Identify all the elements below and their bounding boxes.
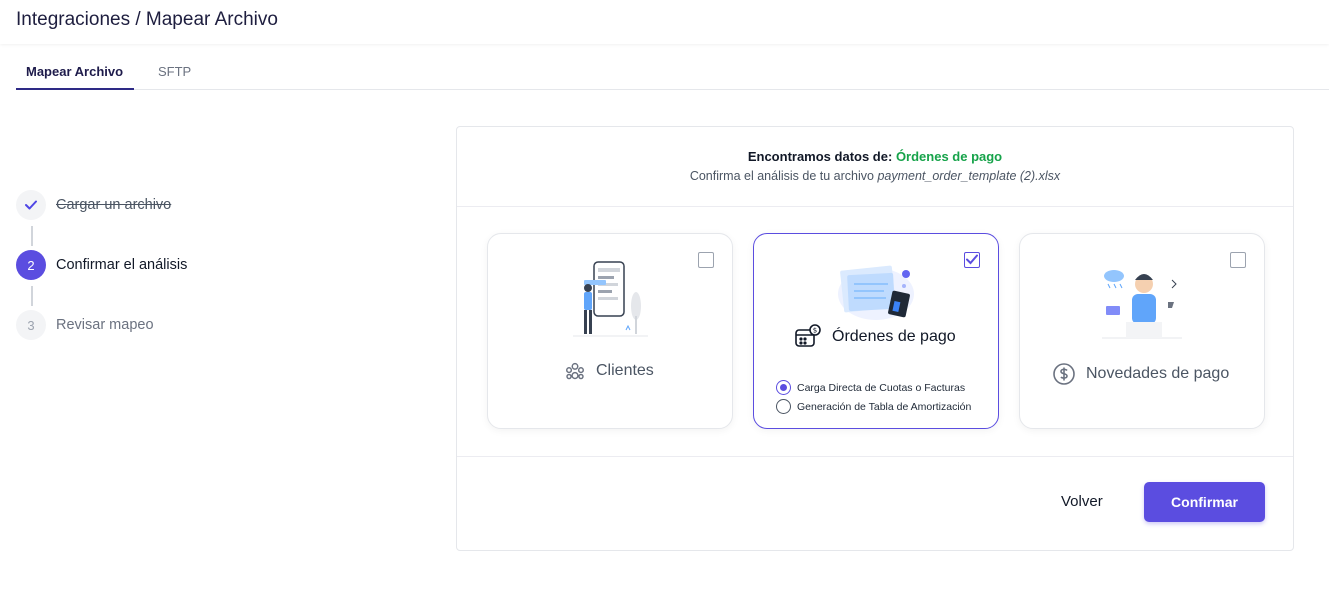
step-cargar-archivo: Cargar un archivo xyxy=(16,190,316,222)
payment-updates-illustration xyxy=(1100,262,1184,347)
panel-divider xyxy=(457,456,1293,457)
page-title: Integraciones / Mapear Archivo xyxy=(16,9,278,30)
step-revisar-mapeo: 3 Revisar mapeo xyxy=(16,310,316,342)
analysis-panel: Encontramos datos de: Órdenes de pago Co… xyxy=(456,126,1294,551)
step-connector xyxy=(31,286,33,306)
clients-illustration xyxy=(568,258,652,345)
confirm-file-text: Confirma el análisis de tu archivo payme… xyxy=(689,169,1061,183)
option-carga-directa[interactable]: Carga Directa de Cuotas o Facturas xyxy=(776,380,965,395)
found-data-text: Encontramos datos de: Órdenes de pago xyxy=(747,149,1003,164)
tab-bar: Mapear Archivo SFTP xyxy=(16,54,1329,90)
page-header: Integraciones / Mapear Archivo xyxy=(0,0,1329,44)
step-label: Revisar mapeo xyxy=(56,317,154,333)
payment-orders-icon: $ xyxy=(794,324,822,350)
tab-sftp[interactable]: SFTP xyxy=(148,54,201,89)
radio-button-selected[interactable] xyxy=(776,380,791,395)
radio-button[interactable] xyxy=(776,399,791,414)
dollar-circle-icon xyxy=(1052,362,1076,386)
card-title: Novedades de pago xyxy=(1052,362,1229,386)
card-checkbox[interactable] xyxy=(698,252,714,268)
option-tabla-amortizacion[interactable]: Generación de Tabla de Amortización xyxy=(776,399,971,414)
card-clientes[interactable]: Clientes xyxy=(487,233,733,429)
step-label: Confirmar el análisis xyxy=(56,257,188,273)
card-ordenes-de-pago[interactable]: $ Órdenes de pago Carga Directa de Cuota… xyxy=(753,233,999,429)
confirm-button[interactable]: Confirmar xyxy=(1144,482,1265,522)
card-title: $ Órdenes de pago xyxy=(794,324,956,350)
panel-header: Encontramos datos de: Órdenes de pago Co… xyxy=(457,127,1293,207)
file-name: payment_order_template (2).xlsx xyxy=(877,169,1061,183)
tab-mapear-archivo[interactable]: Mapear Archivo xyxy=(16,54,134,90)
step-connector xyxy=(31,226,33,246)
svg-text:$: $ xyxy=(813,327,817,335)
card-checkbox-checked[interactable] xyxy=(964,252,980,268)
found-type: Órdenes de pago xyxy=(895,149,1003,164)
step-confirmar-analisis: 2 Confirmar el análisis xyxy=(16,250,316,282)
step-number: 2 xyxy=(16,250,46,280)
payment-orders-illustration xyxy=(834,258,918,327)
back-button[interactable]: Volver xyxy=(1061,493,1103,510)
card-title: Clientes xyxy=(564,360,654,382)
step-label: Cargar un archivo xyxy=(56,197,172,213)
step-number: 3 xyxy=(16,310,46,340)
step-check-icon xyxy=(16,190,46,220)
card-checkbox[interactable] xyxy=(1230,252,1246,268)
card-novedades-de-pago[interactable]: Novedades de pago xyxy=(1019,233,1265,429)
users-icon xyxy=(564,360,586,382)
